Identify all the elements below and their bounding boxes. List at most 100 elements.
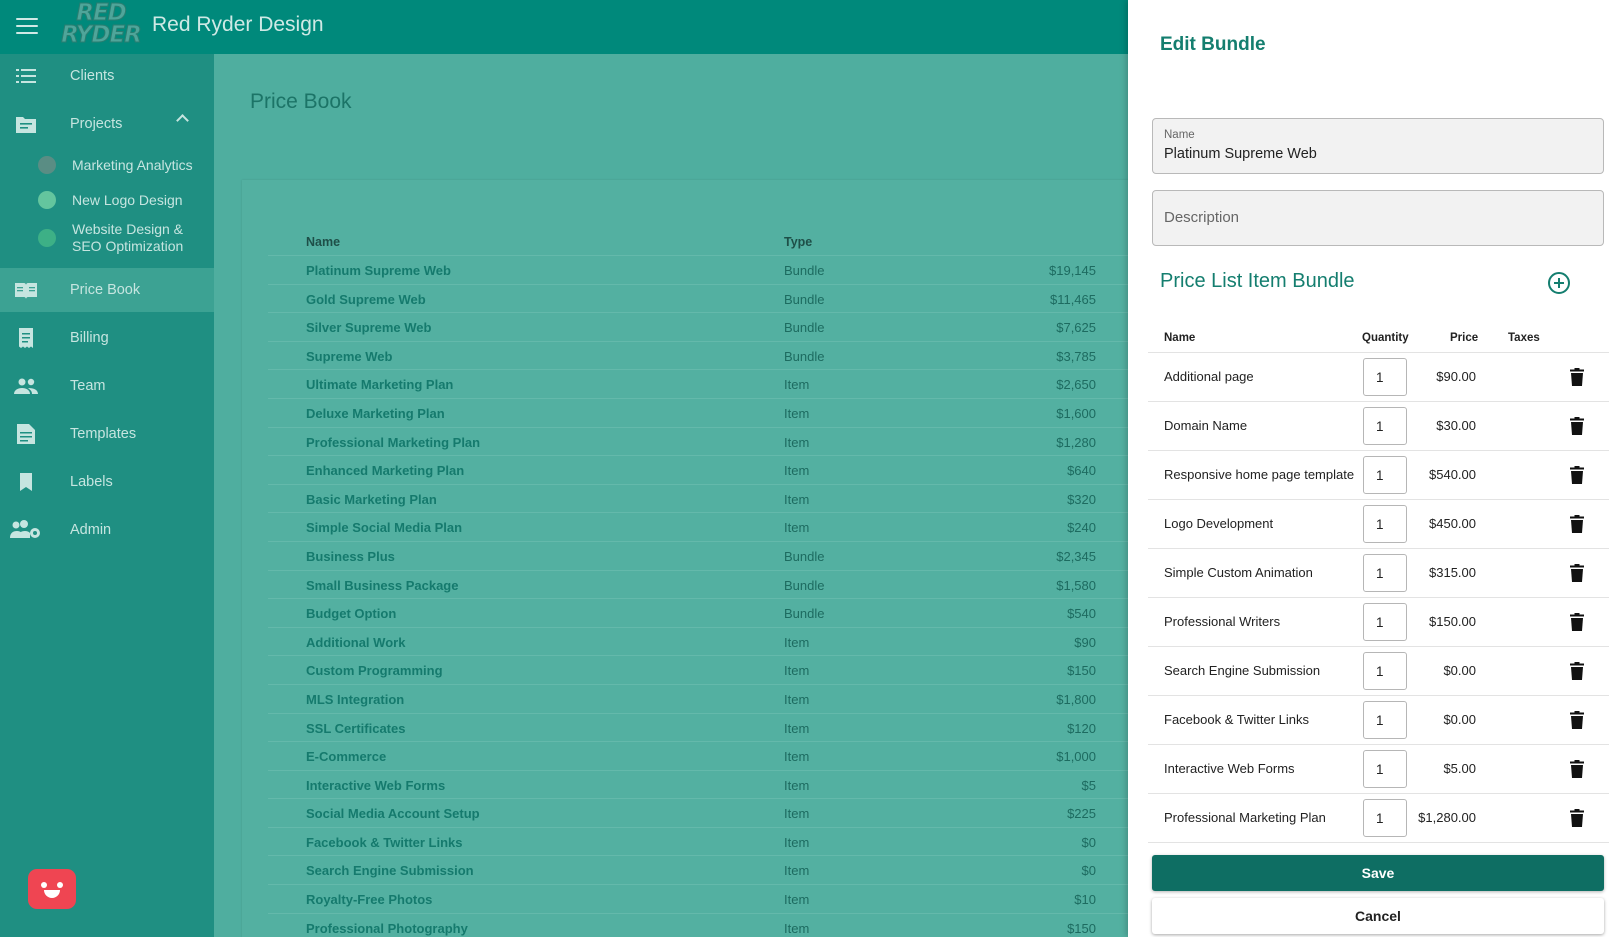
- item-name[interactable]: Custom Programming: [306, 663, 443, 678]
- item-type: Item: [784, 434, 810, 450]
- quantity-input[interactable]: [1363, 456, 1407, 494]
- sidebar-nav: Clients Projects Marketing Analytics New…: [0, 54, 214, 937]
- description-field[interactable]: [1152, 190, 1604, 246]
- trash-icon[interactable]: [1570, 662, 1584, 680]
- item-price: $7,625: [1056, 320, 1096, 336]
- item-name[interactable]: Deluxe Marketing Plan: [306, 406, 445, 421]
- name-field[interactable]: Name: [1152, 118, 1604, 174]
- item-price: $1,000: [1056, 749, 1096, 765]
- item-price: $1,280: [1056, 434, 1096, 450]
- sidebar-item-label: Team: [70, 378, 106, 394]
- quantity-input[interactable]: [1363, 701, 1407, 739]
- item-type: Item: [784, 405, 810, 421]
- bundle-item-name: Logo Development: [1164, 516, 1274, 531]
- project-color-dot: [38, 229, 56, 247]
- bundle-item-name: Simple Custom Animation: [1164, 565, 1313, 580]
- trash-icon[interactable]: [1570, 564, 1584, 582]
- trash-icon[interactable]: [1570, 368, 1584, 386]
- item-name[interactable]: Platinum Supreme Web: [306, 263, 451, 278]
- item-name[interactable]: E-Commerce: [306, 749, 386, 764]
- item-name[interactable]: Additional Work: [306, 635, 405, 650]
- sidebar-item-templates[interactable]: Templates: [0, 412, 214, 456]
- item-name[interactable]: Gold Supreme Web: [306, 292, 426, 307]
- bundle-item-row: Professional Writers $150.00: [1148, 598, 1609, 647]
- item-name[interactable]: Budget Option: [306, 606, 396, 621]
- item-type: Bundle: [784, 606, 825, 622]
- item-name[interactable]: Interactive Web Forms: [306, 778, 445, 793]
- item-type: Item: [784, 920, 810, 936]
- column-header-type[interactable]: Type: [784, 235, 812, 249]
- trash-icon[interactable]: [1570, 809, 1584, 827]
- people-icon: [14, 374, 38, 398]
- item-name[interactable]: Supreme Web: [306, 349, 392, 364]
- sidebar-project-website-design[interactable]: Website Design & SEO Optimization: [0, 220, 214, 256]
- item-name[interactable]: Enhanced Marketing Plan: [306, 463, 464, 478]
- column-header-price: Price: [1450, 332, 1479, 344]
- item-name[interactable]: Professional Photography: [306, 921, 468, 936]
- bundle-item-price: $1,280.00: [1418, 810, 1476, 825]
- cancel-button[interactable]: Cancel: [1152, 898, 1604, 934]
- trash-icon[interactable]: [1570, 417, 1584, 435]
- item-name[interactable]: Social Media Account Setup: [306, 806, 480, 821]
- description-input[interactable]: [1164, 209, 1584, 226]
- bundle-item-row: Interactive Web Forms $5.00: [1148, 745, 1609, 794]
- sidebar-project-new-logo-design[interactable]: New Logo Design: [0, 191, 214, 209]
- item-name[interactable]: Ultimate Marketing Plan: [306, 377, 453, 392]
- quantity-input[interactable]: [1363, 358, 1407, 396]
- item-name[interactable]: MLS Integration: [306, 692, 404, 707]
- trash-icon[interactable]: [1570, 711, 1584, 729]
- sidebar-item-clients[interactable]: Clients: [0, 54, 214, 98]
- item-price: $2,650: [1056, 377, 1096, 393]
- sidebar-item-label: Admin: [70, 522, 112, 538]
- quantity-input[interactable]: [1363, 750, 1407, 788]
- sidebar-item-labels[interactable]: Labels: [0, 460, 214, 504]
- trash-icon[interactable]: [1570, 613, 1584, 631]
- quantity-input[interactable]: [1363, 554, 1407, 592]
- bundle-item-row: Logo Development $450.00: [1148, 500, 1609, 549]
- item-price: $240: [1067, 520, 1096, 536]
- item-name[interactable]: SSL Certificates: [306, 721, 405, 736]
- item-name[interactable]: Professional Marketing Plan: [306, 435, 480, 450]
- item-name[interactable]: Basic Marketing Plan: [306, 492, 437, 507]
- name-input[interactable]: [1164, 146, 1584, 162]
- trash-icon[interactable]: [1570, 515, 1584, 533]
- menu-icon[interactable]: [16, 16, 38, 36]
- item-name[interactable]: Royalty-Free Photos: [306, 892, 432, 907]
- sidebar-item-admin[interactable]: Admin: [0, 508, 214, 552]
- quantity-input[interactable]: [1363, 505, 1407, 543]
- quantity-input[interactable]: [1363, 407, 1407, 445]
- save-button[interactable]: Save: [1152, 855, 1604, 891]
- bundle-item-row: Professional Marketing Plan $1,280.00: [1148, 794, 1609, 843]
- item-name[interactable]: Silver Supreme Web: [306, 320, 431, 335]
- add-circle-icon[interactable]: [1548, 272, 1570, 294]
- item-name[interactable]: Facebook & Twitter Links: [306, 835, 463, 850]
- sidebar-item-projects[interactable]: Projects: [0, 102, 214, 146]
- trash-icon[interactable]: [1570, 466, 1584, 484]
- sidebar-item-billing[interactable]: Billing: [0, 316, 214, 360]
- item-price: $150: [1067, 663, 1096, 679]
- item-name[interactable]: Business Plus: [306, 549, 395, 564]
- sidebar-project-marketing-analytics[interactable]: Marketing Analytics: [0, 156, 214, 174]
- item-name[interactable]: Small Business Package: [306, 578, 458, 593]
- item-type: Bundle: [784, 320, 825, 336]
- column-header-quantity: Quantity: [1362, 332, 1409, 344]
- quantity-input[interactable]: [1363, 799, 1407, 837]
- chevron-up-icon[interactable]: [176, 114, 189, 127]
- chat-support-icon[interactable]: [28, 869, 76, 909]
- bundle-item-price: $5.00: [1443, 761, 1476, 776]
- sidebar-item-price-book[interactable]: Price Book: [0, 268, 214, 312]
- item-type: Item: [784, 463, 810, 479]
- item-price: $120: [1067, 720, 1096, 736]
- trash-icon[interactable]: [1570, 760, 1584, 778]
- project-color-dot: [38, 156, 56, 174]
- item-type: Bundle: [784, 263, 825, 278]
- item-type: Bundle: [784, 348, 825, 364]
- item-name[interactable]: Search Engine Submission: [306, 863, 474, 878]
- item-name[interactable]: Simple Social Media Plan: [306, 520, 462, 535]
- column-header-name[interactable]: Name: [306, 235, 340, 249]
- quantity-input[interactable]: [1363, 603, 1407, 641]
- quantity-input[interactable]: [1363, 652, 1407, 690]
- item-price: $0: [1081, 863, 1096, 879]
- admin-gear-icon: [10, 518, 42, 542]
- sidebar-item-team[interactable]: Team: [0, 364, 214, 408]
